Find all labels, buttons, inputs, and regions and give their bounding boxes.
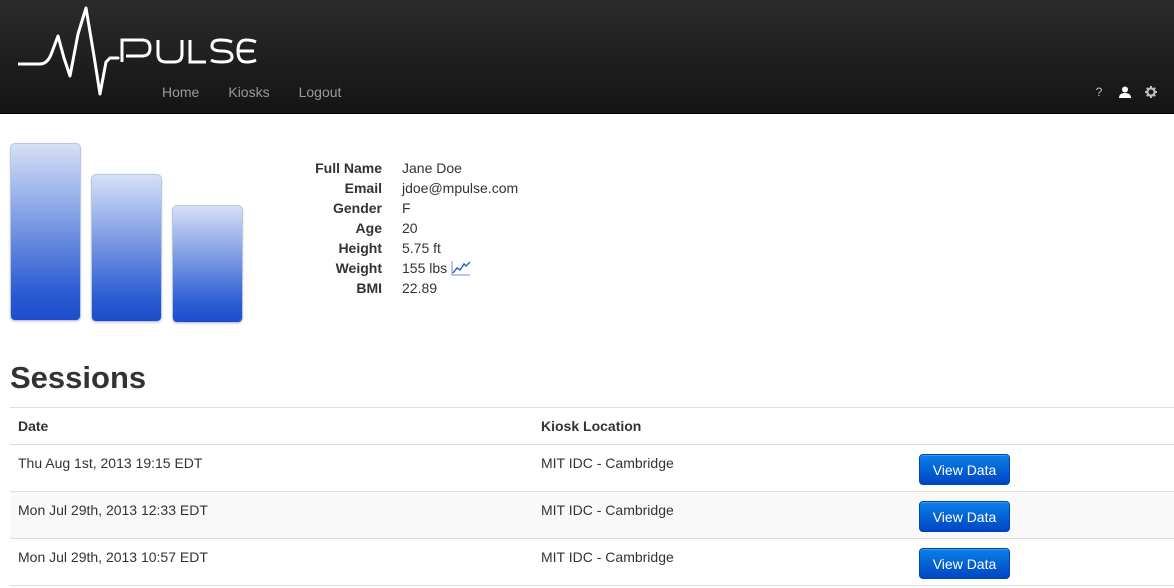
session-location: MIT IDC - Cambridge xyxy=(541,502,674,518)
bmi-value: 22.89 xyxy=(402,280,438,296)
age-value: 20 xyxy=(402,220,418,236)
table-row: Mon Jul 29th, 2013 12:33 EDT MIT IDC - C… xyxy=(10,492,1174,539)
nav-links: Home Kiosks Logout xyxy=(162,84,370,100)
gender-value: F xyxy=(402,200,411,216)
session-date: Mon Jul 29th, 2013 10:57 EDT xyxy=(18,549,208,565)
email-value: jdoe@mpulse.com xyxy=(402,180,519,196)
table-row: Thu Aug 1st, 2013 19:15 EDT MIT IDC - Ca… xyxy=(10,445,1174,492)
table-row: Mon Jul 29th, 2013 10:57 EDT MIT IDC - C… xyxy=(10,539,1174,586)
profile-bar xyxy=(91,174,162,322)
table-header-row: Date Kiosk Location xyxy=(10,408,1174,445)
navbar: Home Kiosks Logout ? xyxy=(0,0,1174,114)
user-icon[interactable] xyxy=(1118,84,1132,100)
session-date: Mon Jul 29th, 2013 12:33 EDT xyxy=(18,502,208,518)
bmi-label: BMI xyxy=(356,280,382,296)
weight-trend-icon[interactable] xyxy=(451,260,471,276)
info-row-weight: Weight 155 lbs xyxy=(300,258,518,278)
column-header-kiosk-location: Kiosk Location xyxy=(541,418,642,434)
view-data-button[interactable]: View Data xyxy=(919,548,1010,579)
view-data-button[interactable]: View Data xyxy=(919,454,1010,485)
nav-kiosks-link[interactable]: Kiosks xyxy=(228,84,269,100)
profile-info: Full Name Jane Doe Email jdoe@mpulse.com… xyxy=(300,158,518,298)
profile-bar xyxy=(172,205,243,323)
full-name-value: Jane Doe xyxy=(402,160,462,176)
weight-value-wrap: 155 lbs xyxy=(402,260,471,276)
column-header-date: Date xyxy=(18,418,49,434)
sessions-table: Date Kiosk Location Thu Aug 1st, 2013 19… xyxy=(10,407,1174,586)
email-label: Email xyxy=(344,180,382,196)
sessions-heading: Sessions xyxy=(10,360,147,395)
info-row-full-name: Full Name Jane Doe xyxy=(300,158,518,178)
height-value: 5.75 ft xyxy=(402,240,441,256)
profile-bar-graphic xyxy=(10,143,250,325)
session-date: Thu Aug 1st, 2013 19:15 EDT xyxy=(18,455,203,471)
info-row-email: Email jdoe@mpulse.com xyxy=(300,178,519,198)
help-icon[interactable]: ? xyxy=(1092,84,1106,100)
session-location: MIT IDC - Cambridge xyxy=(541,549,674,565)
gender-label: Gender xyxy=(332,200,382,216)
gear-icon[interactable] xyxy=(1144,84,1158,100)
info-row-age: Age 20 xyxy=(300,218,518,238)
view-data-button[interactable]: View Data xyxy=(919,501,1010,532)
full-name-label: Full Name xyxy=(315,160,382,176)
info-row-bmi: BMI 22.89 xyxy=(300,278,518,298)
height-label: Height xyxy=(338,240,382,256)
weight-label: Weight xyxy=(335,260,382,276)
nav-logout-link[interactable]: Logout xyxy=(299,84,342,100)
info-row-gender: Gender F xyxy=(300,198,518,218)
profile-bar xyxy=(10,143,81,321)
session-location: MIT IDC - Cambridge xyxy=(541,455,674,471)
nav-right-icons: ? xyxy=(1080,84,1158,100)
weight-value: 155 lbs xyxy=(402,260,448,276)
age-label: Age xyxy=(355,220,382,236)
info-row-height: Height 5.75 ft xyxy=(300,238,518,258)
nav-home-link[interactable]: Home xyxy=(162,84,199,100)
